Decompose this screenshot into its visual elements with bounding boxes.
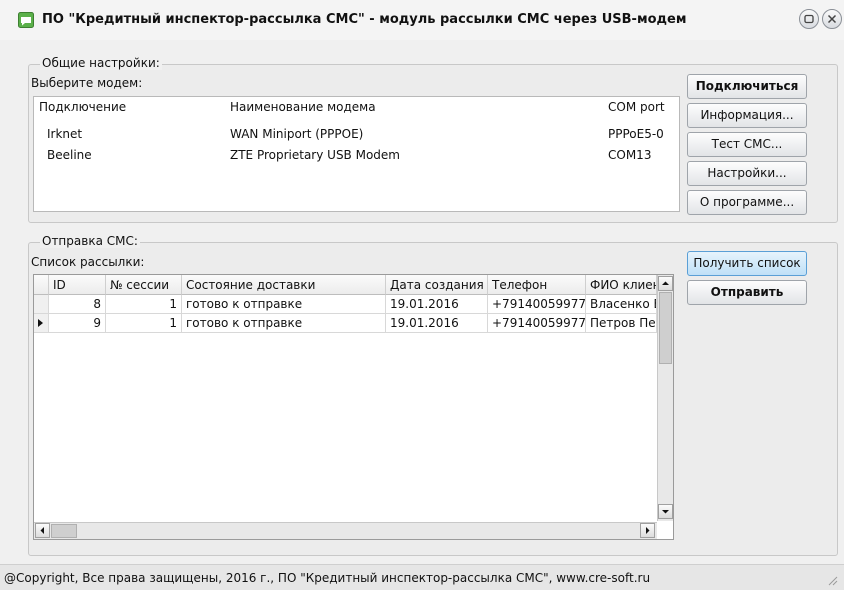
modem-list[interactable]: Подключение Наименование модема COM port… (33, 96, 680, 212)
cell-status: готово к отправке (182, 295, 386, 314)
modem-connection: Beeline (47, 148, 92, 162)
column-header-modem-name[interactable]: Наименование модема (230, 97, 376, 118)
connect-button[interactable]: Подключиться (687, 74, 807, 99)
column-header-connection[interactable]: Подключение (39, 97, 126, 118)
arrow-left-icon (40, 527, 44, 534)
about-button[interactable]: О программе... (687, 190, 807, 215)
select-modem-label: Выберите модем: (31, 76, 143, 90)
sms-grid[interactable]: ID № сессии Состояние доставки Дата созд… (33, 274, 674, 540)
modem-name: ZTE Proprietary USB Modem (230, 148, 400, 162)
column-header-fio[interactable]: ФИО клиен (586, 275, 657, 295)
horizontal-scrollbar[interactable] (34, 522, 657, 539)
scroll-right-button[interactable] (640, 523, 655, 538)
column-header-session[interactable]: № сессии (106, 275, 182, 295)
row-indicator-header (34, 275, 49, 295)
get-list-button[interactable]: Получить список (687, 251, 807, 276)
cell-fio: Петров Пе (586, 314, 657, 333)
modem-port: PPPoE5-0 (608, 127, 664, 141)
window-title: ПО "Кредитный инспектор-рассылка СМС" - … (42, 12, 687, 27)
row-indicator (34, 314, 49, 333)
general-settings-legend: Общие настройки: (40, 56, 162, 70)
scroll-up-button[interactable] (658, 276, 673, 291)
column-header-com-port[interactable]: COM port (608, 97, 665, 118)
resize-grip-icon[interactable] (826, 574, 838, 589)
row-indicator (34, 295, 49, 314)
column-header-status[interactable]: Состояние доставки (182, 275, 386, 295)
cell-id: 8 (49, 295, 106, 314)
mailing-list-label: Список рассылки: (31, 255, 145, 269)
column-header-id[interactable]: ID (49, 275, 106, 295)
arrow-down-icon (662, 510, 669, 514)
cell-id: 9 (49, 314, 106, 333)
vertical-scrollbar[interactable] (657, 275, 673, 521)
modem-connection: Irknet (47, 127, 83, 141)
cell-phone: +79140059977 (488, 314, 586, 333)
cell-phone: +79140059977 (488, 295, 586, 314)
app-icon (18, 12, 34, 28)
cell-fio: Власенко Е (586, 295, 657, 314)
cell-date: 19.01.2016 (386, 295, 488, 314)
close-button[interactable] (822, 9, 842, 29)
scroll-left-button[interactable] (35, 523, 50, 538)
scroll-thumb[interactable] (659, 292, 672, 364)
column-header-date[interactable]: Дата создания (386, 275, 488, 295)
current-row-arrow-icon (38, 319, 43, 327)
cell-status: готово к отправке (182, 314, 386, 333)
scroll-thumb[interactable] (51, 524, 77, 538)
test-sms-button[interactable]: Тест СМС... (687, 132, 807, 157)
restore-icon (804, 14, 814, 24)
restore-button[interactable] (799, 9, 819, 29)
column-header-phone[interactable]: Телефон (488, 275, 586, 295)
scroll-down-button[interactable] (658, 504, 673, 519)
arrow-right-icon (646, 527, 650, 534)
cell-session: 1 (106, 295, 182, 314)
sms-sending-legend: Отправка СМС: (40, 234, 140, 248)
cell-date: 19.01.2016 (386, 314, 488, 333)
modem-name: WAN Miniport (PPPOE) (230, 127, 364, 141)
info-button[interactable]: Информация... (687, 103, 807, 128)
copyright-text: @Copyright, Все права защищены, 2016 г.,… (4, 571, 651, 585)
send-button[interactable]: Отправить (687, 280, 807, 305)
arrow-up-icon (662, 281, 669, 285)
modem-port: COM13 (608, 148, 652, 162)
cell-session: 1 (106, 314, 182, 333)
close-icon (827, 14, 837, 24)
settings-button[interactable]: Настройки... (687, 161, 807, 186)
